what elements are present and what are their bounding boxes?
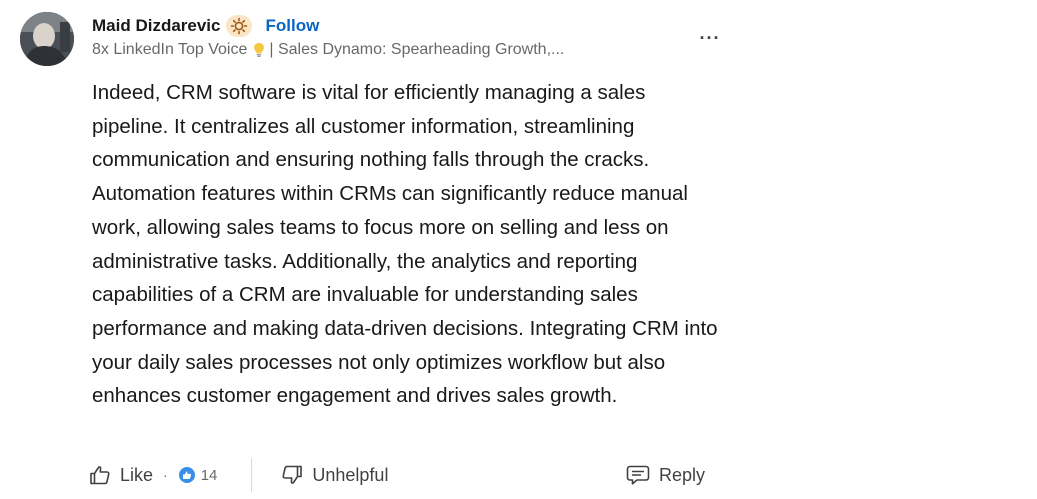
comment-header: Maid Dizdarevic Follow 8x LinkedIn Top V… — [92, 14, 717, 59]
action-divider — [251, 458, 253, 492]
more-options-icon[interactable]: ··· — [698, 26, 722, 50]
like-button[interactable]: Like — [88, 463, 153, 487]
unhelpful-label: Unhelpful — [312, 464, 389, 485]
reply-button[interactable]: Reply — [625, 458, 705, 492]
unhelpful-button[interactable]: Unhelpful — [280, 463, 388, 487]
author-name[interactable]: Maid Dizdarevic — [92, 16, 221, 36]
headline-prefix: 8x LinkedIn Top Voice — [92, 41, 248, 58]
thumbs-down-icon — [282, 465, 303, 484]
comment-text: Indeed, CRM software is vital for effici… — [92, 81, 718, 408]
reply-label: Reply — [659, 464, 706, 485]
avatar[interactable] — [20, 12, 74, 66]
separator-dot: · — [163, 467, 168, 483]
headline-suffix: | Sales Dynamo: Spearheading Growth,... — [269, 41, 565, 58]
reactions-count[interactable]: 14 — [178, 466, 218, 484]
like-label: Like — [120, 464, 154, 485]
thumbs-up-icon — [90, 466, 110, 485]
follow-button[interactable]: Follow — [266, 16, 320, 36]
profile-photo-icon — [20, 12, 74, 66]
author-headline: 8x LinkedIn Top Voice | Sales Dynamo: Sp… — [92, 41, 617, 59]
comment-actions: Like · 14 Unhelpful — [88, 458, 718, 492]
lightbulb-icon — [253, 42, 265, 58]
sun-badge-icon — [225, 15, 252, 37]
reaction-count: 14 — [200, 466, 218, 484]
like-reaction-icon — [178, 467, 195, 483]
reply-speech-bubble-icon — [626, 465, 650, 485]
